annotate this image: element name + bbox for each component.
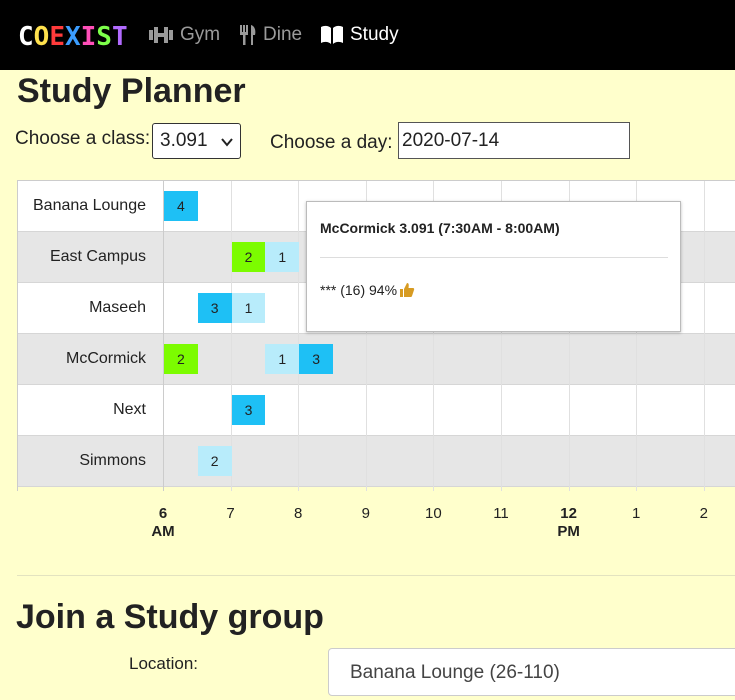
nav-dine-label: Dine (263, 24, 303, 45)
day-label: Choose a day: (270, 132, 393, 153)
study-slot-block[interactable]: 3 (299, 344, 333, 374)
study-slot-block[interactable]: 2 (231, 242, 266, 272)
axis-tick-label: 2 (699, 505, 708, 522)
row-label: East Campus (49, 248, 146, 265)
timeline-row: McCormick (18, 334, 735, 385)
study-slot-block[interactable]: 1 (231, 293, 266, 323)
row-label: Simmons (79, 452, 146, 469)
day-input-value: 2020-07-14 (402, 130, 500, 151)
study-slot-block[interactable]: 2 (197, 446, 232, 476)
row-label: Banana Lounge (33, 197, 146, 214)
logo-letter: I (80, 22, 97, 52)
day-input[interactable]: 2020-07-14 (398, 122, 630, 159)
logo-letter: S (96, 22, 112, 52)
study-slot-block[interactable]: 3 (231, 395, 266, 425)
class-select-value: 3.091 (160, 130, 208, 151)
label-separator (163, 181, 164, 491)
study-slot-block[interactable]: 1 (265, 344, 300, 374)
nav-gym-label: Gym (180, 24, 221, 45)
axis-tick-label: 6 AM (151, 505, 175, 540)
chevron-down-icon (221, 138, 233, 147)
book-icon (321, 25, 343, 44)
hour-gridline (703, 181, 705, 491)
row-label: McCormick (66, 350, 146, 367)
axis-tick-label: 1 (632, 505, 641, 522)
study-slot-block[interactable]: 3 (197, 293, 232, 323)
page-title: Study Planner (17, 72, 246, 110)
axis-tick-label: 7 (226, 505, 235, 522)
timeline-row: Next (18, 385, 735, 436)
axis-tick-label: 9 (361, 505, 370, 522)
logo-letter: X (64, 22, 81, 52)
nav-dine[interactable]: Dine (239, 24, 302, 46)
class-select[interactable]: 3.091 (152, 123, 241, 159)
thumbs-up-icon (400, 283, 415, 297)
logo-letter: E (49, 22, 65, 52)
study-slot-block[interactable]: 4 (164, 191, 198, 221)
coexist-logo[interactable]: COEXIST (18, 22, 128, 52)
axis-tick-label: 10 (425, 505, 442, 522)
dumbbell-icon (149, 27, 173, 43)
timeline-row: Simmons (18, 436, 735, 487)
top-navbar: COEXIST Gym Dine Study (0, 0, 735, 70)
location-label: Location: (129, 654, 198, 673)
location-select[interactable]: Banana Lounge (26-110) (328, 648, 735, 696)
logo-letter: C (18, 22, 34, 52)
hour-gridline (298, 181, 300, 491)
nav-gym[interactable]: Gym (148, 24, 220, 46)
study-slot-block[interactable]: 2 (164, 344, 198, 374)
logo-letter: O (33, 22, 50, 52)
study-slot-block[interactable]: 1 (265, 242, 300, 272)
tooltip-rating: *** (16) 94% (320, 282, 398, 298)
utensils-icon (240, 25, 256, 45)
nav-study-label: Study (350, 24, 399, 45)
tooltip-title: McCormick 3.091 (7:30AM - 8:00AM) (320, 220, 560, 236)
axis-tick-label: 8 (294, 505, 303, 522)
location-select-value: Banana Lounge (26-110) (350, 662, 560, 683)
slot-tooltip: McCormick 3.091 (7:30AM - 8:00AM) *** (1… (306, 201, 681, 332)
axis-tick-label: 12 PM (557, 505, 580, 540)
axis-tick-label: 11 (493, 505, 509, 522)
join-group-title: Join a Study group (16, 598, 324, 636)
class-label: Choose a class: (15, 128, 151, 149)
tooltip-body: *** (16) 94% (320, 282, 415, 298)
row-label: Maseeh (89, 299, 146, 316)
hour-gridline (230, 181, 232, 491)
row-label: Next (113, 401, 146, 418)
tooltip-divider (320, 257, 668, 258)
nav-study[interactable]: Study (320, 24, 399, 46)
section-divider (17, 575, 735, 576)
logo-letter: T (111, 22, 128, 52)
